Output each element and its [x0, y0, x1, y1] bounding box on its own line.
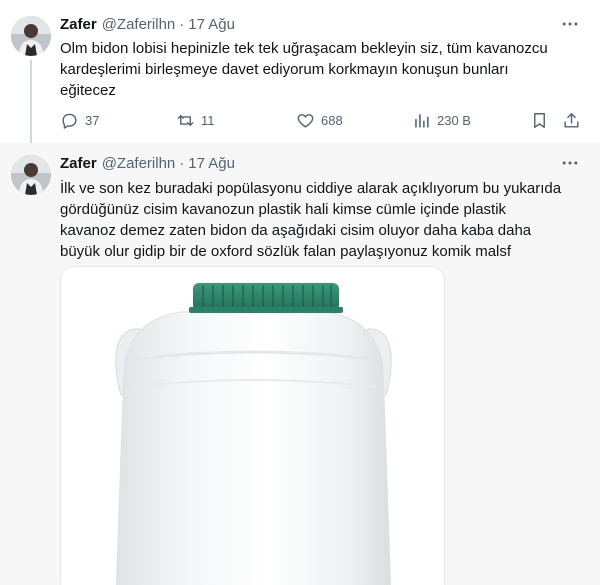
bookmark-button[interactable] [530, 108, 555, 132]
bookmark-icon [534, 112, 545, 128]
like-count: 688 [321, 112, 343, 128]
retweet-button[interactable]: 11 [176, 108, 215, 132]
tweet-2[interactable]: Zafer @Zaferilhn · 17 Ağu İlk ve son kez… [0, 143, 600, 585]
more-dots-icon[interactable] [560, 153, 580, 173]
heart-icon [297, 113, 314, 128]
thread-line [30, 60, 32, 143]
avatar[interactable] [11, 155, 51, 195]
more-dots-icon[interactable] [560, 14, 580, 34]
avatar[interactable] [11, 16, 51, 56]
author-handle[interactable]: @Zaferilhn [102, 155, 176, 172]
reply-button[interactable]: 37 [60, 108, 99, 132]
share-button[interactable] [562, 108, 587, 132]
retweet-icon [177, 114, 194, 126]
tweet-text-line: eğitecez [60, 82, 116, 99]
share-icon [564, 112, 579, 128]
reply-icon [62, 113, 77, 129]
tweet-text-line: gördüğünüz cisim kavanozun plastik hali … [60, 201, 507, 218]
water-container-image [61, 267, 444, 585]
like-button[interactable]: 688 [296, 108, 343, 132]
tweet-1[interactable]: Zafer @Zaferilhn · 17 Ağu Olm bidon lobi… [0, 0, 600, 143]
tweet-text-line: büyük olur gidip bir de oxford sözlük fa… [60, 243, 512, 260]
author-handle[interactable]: @Zaferilhn [102, 16, 176, 33]
views-button[interactable]: 230 B [412, 108, 471, 132]
action-bar: 37 11 688 230 B [60, 108, 585, 132]
views-count: 230 B [437, 112, 471, 128]
tweet-text-line: Olm bidon lobisi hepinizle tek tek uğraş… [60, 40, 548, 57]
tweet-header: Zafer @Zaferilhn · 17 Ağu [60, 155, 235, 172]
tweet-text: Olm bidon lobisi hepinizle tek tek uğraş… [60, 38, 580, 101]
avatar-image [11, 16, 51, 56]
tweet-text-line: kavanoz demez zaten bidon da aşağıdaki c… [60, 222, 532, 239]
retweet-count: 11 [201, 112, 215, 128]
views-chart-icon [415, 113, 429, 128]
separator-dot: · [179, 16, 185, 33]
tweet-media-image[interactable] [60, 266, 445, 585]
tweet-time[interactable]: 17 Ağu [188, 16, 235, 33]
tweet-text: İlk ve son kez buradaki popülasyonu cidd… [60, 178, 580, 262]
tweet-text-line: İlk ve son kez buradaki popülasyonu cidd… [60, 180, 562, 197]
author-name[interactable]: Zafer [60, 155, 97, 172]
tweet-time[interactable]: 17 Ağu [188, 155, 235, 172]
separator-dot: · [179, 155, 185, 172]
reply-count: 37 [85, 112, 100, 128]
author-name[interactable]: Zafer [60, 16, 97, 33]
avatar-image [11, 155, 51, 195]
tweet-text-line: kardeşlerimi birleşmeye davet ediyorum k… [60, 61, 509, 78]
tweet-header: Zafer @Zaferilhn · 17 Ağu [60, 16, 235, 33]
